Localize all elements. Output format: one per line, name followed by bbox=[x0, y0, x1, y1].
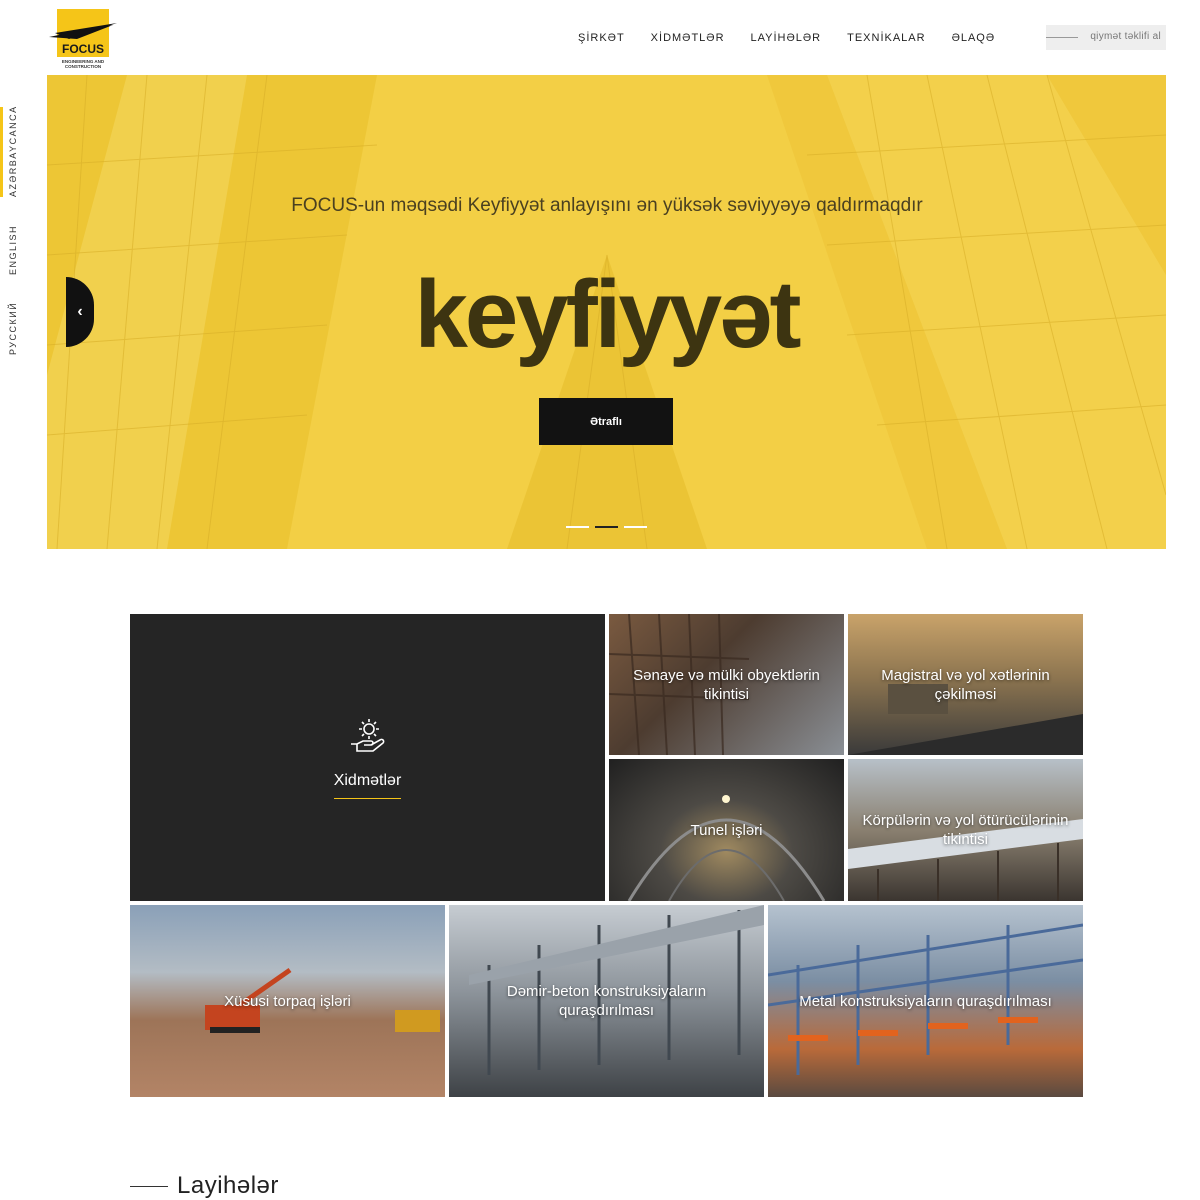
slider-dot-3[interactable] bbox=[624, 526, 647, 528]
services-main-tile[interactable]: Xidmətlər bbox=[130, 614, 605, 901]
main-nav: ŞİRKƏT XİDMƏTLƏR LAYİHƏLƏR TEXNİKALAR ƏL… bbox=[578, 32, 995, 44]
language-azerbaijani[interactable]: AZƏRBAYCANCA bbox=[8, 105, 18, 197]
projects-title: Layihələr bbox=[177, 1172, 279, 1199]
service-tile-earthworks-label: Xüsusi torpaq işləri bbox=[224, 992, 351, 1010]
logo-wing-icon bbox=[49, 23, 117, 39]
service-tile-industrial[interactable]: Sənaye və mülki obyektlərin tikintisi bbox=[609, 614, 844, 755]
nav-item-company[interactable]: ŞİRKƏT bbox=[578, 32, 625, 44]
slider-dot-2[interactable] bbox=[595, 526, 618, 528]
service-tile-tunnel-label: Tunel işləri bbox=[690, 821, 763, 839]
nav-item-contact[interactable]: ƏLAQƏ bbox=[952, 32, 996, 44]
projects-heading-line bbox=[130, 1185, 168, 1187]
focus-logo[interactable]: FOCUS ENGINEERING AND CONSTRUCTION bbox=[47, 9, 119, 69]
gear-hand-icon bbox=[350, 719, 384, 752]
quote-button-line bbox=[1046, 37, 1078, 38]
hero-more-button[interactable]: Ətraflı bbox=[539, 398, 673, 445]
hero-slider: FOCUS-un məqsədi Keyfiyyət anlayışını ən… bbox=[47, 75, 1166, 549]
services-main-label: Xidmətlər bbox=[333, 772, 402, 799]
nav-item-services[interactable]: XİDMƏTLƏR bbox=[651, 32, 725, 44]
service-tile-reinforced-concrete[interactable]: Dəmir-beton konstruksiyaların quraşdırıl… bbox=[449, 905, 764, 1097]
slider-pagination bbox=[566, 526, 647, 528]
language-active-indicator bbox=[0, 107, 3, 197]
language-english[interactable]: ENGLISH bbox=[8, 225, 18, 275]
language-russian[interactable]: РУССКИЙ bbox=[8, 302, 18, 355]
service-tile-industrial-label: Sənaye və mülki obyektlərin tikintisi bbox=[633, 666, 820, 703]
service-tile-metal-structures[interactable]: Metal konstruksiyaların quraşdırılması bbox=[768, 905, 1083, 1097]
service-tile-highways-label: Magistral və yol xətlərinin çəkilməsi bbox=[881, 666, 1050, 703]
service-tile-bridges-label: Körpülərin və yol ötürücülərinin tikinti… bbox=[862, 812, 1069, 848]
chevron-left-icon: ‹ bbox=[77, 303, 83, 320]
logo-wordmark: FOCUS bbox=[62, 42, 104, 56]
nav-item-equipment[interactable]: TEXNİKALAR bbox=[847, 32, 925, 44]
hero-subtitle: FOCUS-un məqsədi Keyfiyyət anlayışını ən… bbox=[291, 195, 923, 216]
hero-title: keyfiyyət bbox=[414, 261, 802, 368]
site-header: FOCUS ENGINEERING AND CONSTRUCTION ŞİRKƏ… bbox=[0, 0, 1200, 75]
projects-section-header: Layihələr bbox=[130, 1172, 279, 1200]
slider-dot-1[interactable] bbox=[566, 526, 589, 528]
service-tile-earthworks[interactable]: Xüsusi torpaq işləri bbox=[130, 905, 445, 1097]
quote-button-label: qiymət təklifi al bbox=[1090, 31, 1161, 42]
service-tile-tunnel[interactable]: Tunel işləri bbox=[609, 759, 844, 901]
get-quote-button[interactable]: qiymət təklifi al bbox=[1046, 25, 1166, 50]
service-tile-metal-structures-label: Metal konstruksiyaların quraşdırılması bbox=[799, 992, 1052, 1010]
logo-tagline: ENGINEERING AND CONSTRUCTION bbox=[61, 59, 105, 69]
service-tile-reinforced-concrete-label: Dəmir-beton konstruksiyaların quraşdırıl… bbox=[506, 983, 707, 1019]
nav-item-projects[interactable]: LAYİHƏLƏR bbox=[751, 32, 822, 44]
service-tile-bridges[interactable]: Körpülərin və yol ötürücülərinin tikinti… bbox=[848, 759, 1083, 901]
service-tile-highways[interactable]: Magistral və yol xətlərinin çəkilməsi bbox=[848, 614, 1083, 755]
